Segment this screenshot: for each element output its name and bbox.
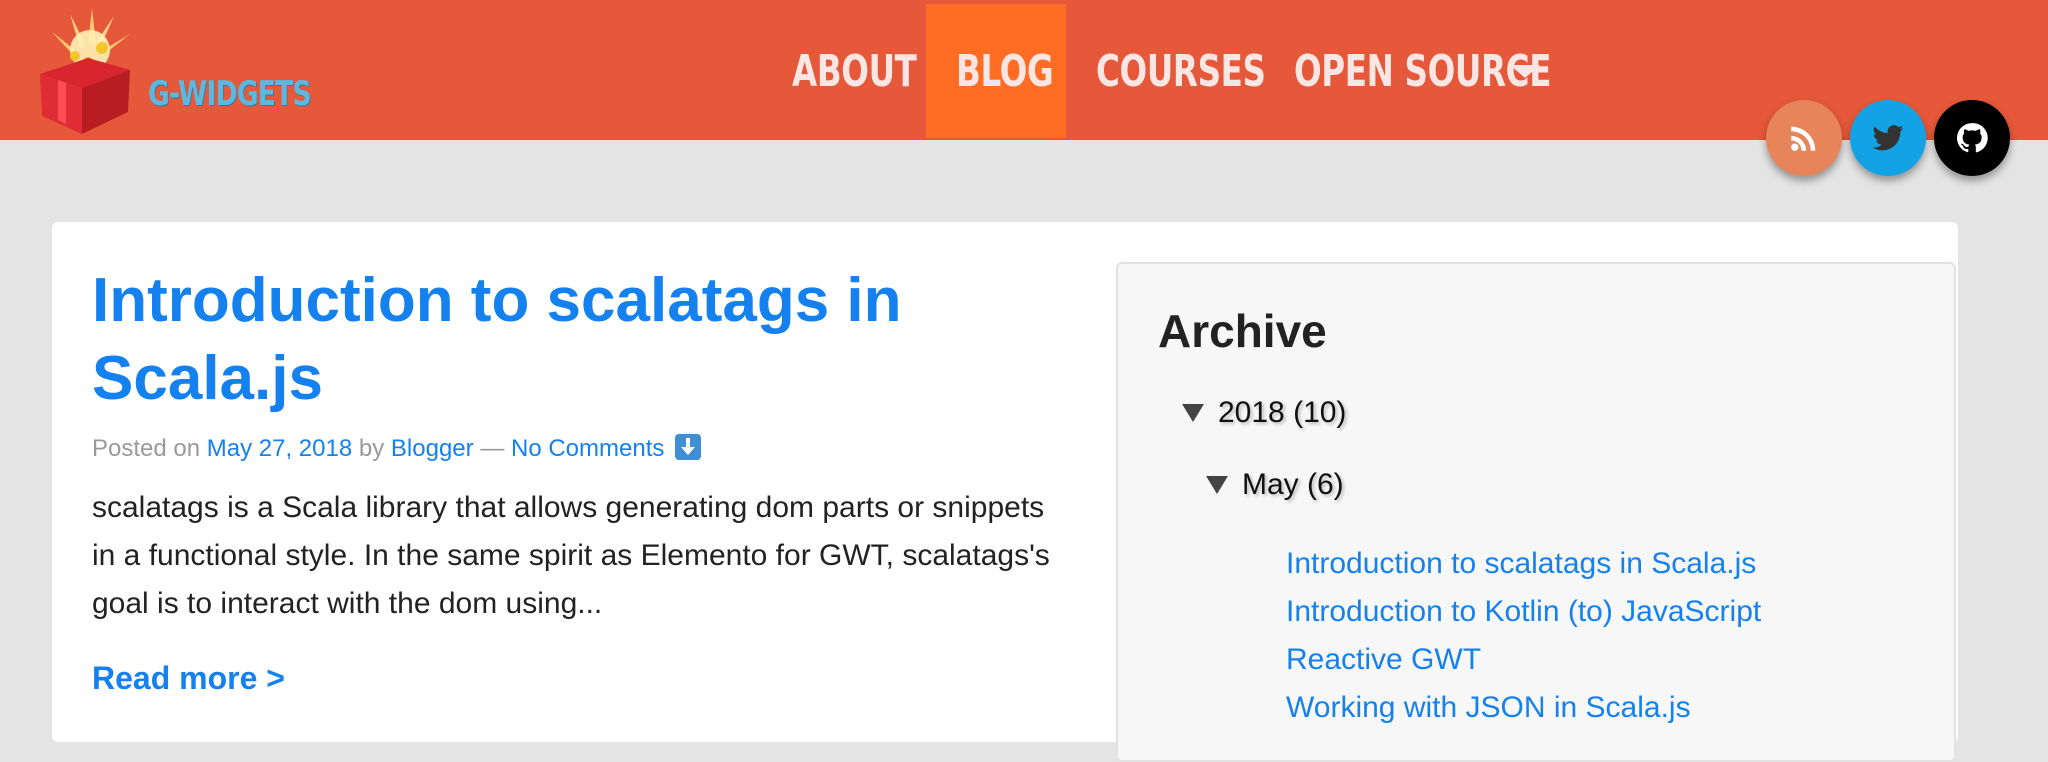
archive-post-list: Introduction to scalatags in Scala.js In… [1286, 540, 1761, 732]
twitter-icon [1872, 125, 1904, 151]
brand-name: G-WIDGETS [148, 74, 312, 114]
archive-widget: Archive 2018 (10) May (6) Introduction t… [1116, 262, 1956, 762]
rss-button[interactable] [1766, 100, 1842, 176]
site-header: G-WIDGETS ABOUT BLOG COURSES OPEN SOURCE [0, 0, 2048, 176]
expanded-triangle-icon [1182, 404, 1204, 422]
archive-post-link[interactable]: Introduction to scalatags in Scala.js [1286, 540, 1761, 588]
main-nav: ABOUT BLOG COURSES OPEN SOURCE [762, 4, 1570, 138]
nav-open-source-label: OPEN SOURCE [1294, 45, 1552, 97]
site-logo[interactable]: G-WIDGETS [30, 4, 312, 136]
archive-post-link[interactable]: Working with JSON in Scala.js [1286, 684, 1761, 732]
archive-year-toggle[interactable]: 2018 (10) [1182, 396, 1346, 430]
by-label: by [358, 435, 385, 462]
archive-month-toggle[interactable]: May (6) [1206, 468, 1344, 502]
expanded-triangle-icon [1206, 476, 1228, 494]
rss-icon [1791, 126, 1816, 151]
post-date-link[interactable]: May 27, 2018 [207, 435, 352, 462]
nav-courses-label: COURSES [1096, 45, 1266, 97]
gift-box-logo-icon [40, 8, 130, 134]
posted-on-label: Posted on [92, 435, 201, 462]
archive-post-link[interactable]: Reactive GWT [1286, 636, 1761, 684]
nav-about[interactable]: ABOUT [762, 4, 926, 138]
archive-year-label: 2018 (10) [1218, 396, 1347, 429]
meta-separator: — [480, 435, 505, 462]
github-icon [1956, 123, 1988, 153]
twitter-button[interactable] [1850, 100, 1926, 176]
read-more-link[interactable]: Read more > [92, 660, 285, 697]
post-meta: Posted on May 27, 2018 by Blogger — No C… [92, 434, 702, 463]
post-title[interactable]: Introduction to scalatags in Scala.js [92, 262, 992, 418]
nav-blog[interactable]: BLOG [926, 4, 1066, 138]
content-card: Introduction to scalatags in Scala.js Po… [52, 222, 1958, 762]
nav-courses[interactable]: COURSES [1066, 4, 1266, 138]
archive-title: Archive [1158, 305, 1327, 357]
nav-about-label: ABOUT [792, 45, 917, 97]
archive-month-label: May (6) [1242, 468, 1344, 501]
github-button[interactable] [1934, 100, 2010, 176]
author-link[interactable]: Blogger [391, 435, 474, 462]
comments-link[interactable]: No Comments [511, 435, 664, 462]
post-excerpt: scalatags is a Scala library that allows… [92, 491, 1050, 620]
nav-blog-label: BLOG [956, 45, 1054, 97]
download-arrow-icon[interactable] [675, 434, 702, 460]
nav-open-source[interactable]: OPEN SOURCE [1264, 4, 1570, 138]
archive-post-link[interactable]: Introduction to Kotlin (to) JavaScript [1286, 588, 1761, 636]
